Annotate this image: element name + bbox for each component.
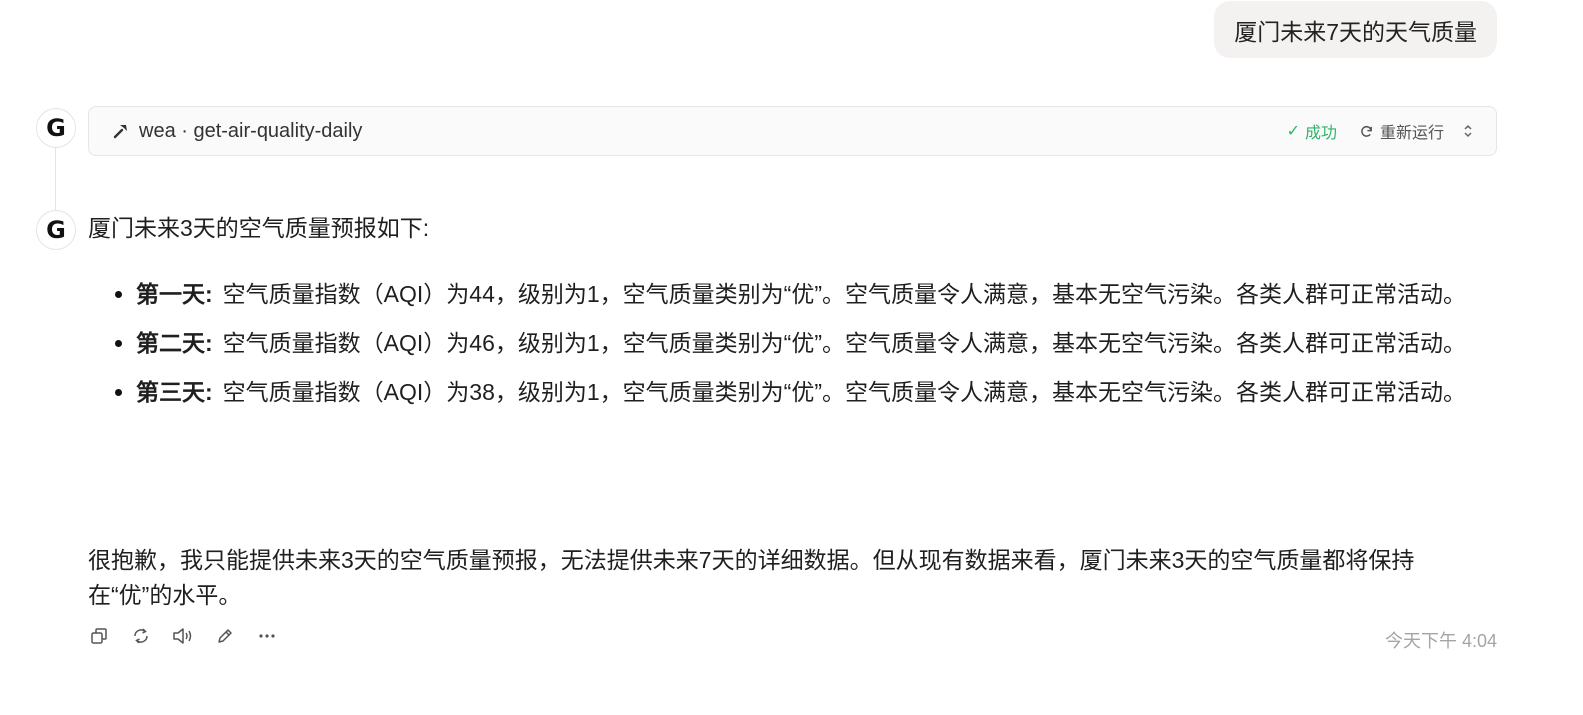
regenerate-icon — [134, 628, 148, 644]
list-item: 第三天: 空气质量指数（AQI）为38，级别为1，空气质量类别为“优”。空气质量令… — [88, 375, 1488, 409]
list-item: 第一天: 空气质量指数（AQI）为44，级别为1，空气质量类别为“优”。空气质量令… — [88, 277, 1488, 311]
edit-button[interactable] — [214, 624, 236, 648]
tool-status-text: 成功 — [1304, 125, 1337, 142]
read-aloud-button[interactable] — [172, 624, 194, 648]
hammer-icon — [113, 125, 127, 139]
tool-status-badge: ✓ 成功 — [1287, 119, 1337, 143]
edit-icon — [218, 629, 232, 643]
timeline-connector — [55, 148, 56, 210]
copy-icon — [91, 628, 107, 644]
message-timestamp: 今天下午 4:04 — [1384, 631, 1497, 651]
day-label: 第三天: — [136, 379, 213, 405]
chevron-up-down-icon — [1464, 124, 1472, 138]
day-label: 第一天: — [136, 281, 213, 307]
forecast-list: 第一天: 空气质量指数（AQI）为44，级别为1，空气质量类别为“优”。空气质量令… — [88, 277, 1488, 424]
avatar-letter: G — [46, 114, 66, 142]
day-text: 空气质量指数（AQI）为38，级别为1，空气质量类别为“优”。空气质量令人满意，… — [222, 379, 1466, 405]
list-item: 第二天: 空气质量指数（AQI）为46，级别为1，空气质量类别为“优”。空气质量令… — [88, 326, 1488, 360]
day-text: 空气质量指数（AQI）为44，级别为1，空气质量类别为“优”。空气质量令人满意，… — [222, 281, 1466, 307]
check-icon: ✓ — [1286, 123, 1300, 140]
user-message-text: 厦门未来7天的天气质量 — [1234, 18, 1477, 45]
more-options-button[interactable] — [256, 624, 278, 648]
user-message-bubble: 厦门未来7天的天气质量 — [1214, 1, 1497, 58]
message-actions — [88, 624, 298, 648]
answer-intro: 厦门未来3天的空气质量预报如下: — [88, 215, 430, 241]
refresh-icon — [1361, 125, 1372, 137]
tool-call-name: wea · get-air-quality-daily — [139, 119, 363, 142]
tool-call-card[interactable]: wea · get-air-quality-daily ✓ 成功 重新运行 — [88, 106, 1497, 156]
assistant-avatar: G — [36, 210, 76, 250]
rerun-label: 重新运行 — [1379, 125, 1444, 142]
answer-closing: 很抱歉，我只能提供未来3天的空气质量预报，无法提供未来7天的详细数据。但从现有数… — [88, 547, 1415, 608]
day-label: 第二天: — [136, 330, 213, 356]
regenerate-button[interactable] — [130, 624, 152, 648]
assistant-avatar: G — [36, 108, 76, 148]
day-text: 空气质量指数（AQI）为46，级别为1，空气质量类别为“优”。空气质量令人满意，… — [222, 330, 1466, 356]
expand-toggle[interactable] — [1462, 123, 1474, 139]
more-icon — [259, 634, 275, 638]
copy-button[interactable] — [88, 624, 110, 648]
rerun-button[interactable]: 重新运行 — [1359, 119, 1444, 143]
avatar-letter: G — [46, 216, 66, 244]
speaker-icon — [173, 628, 192, 644]
